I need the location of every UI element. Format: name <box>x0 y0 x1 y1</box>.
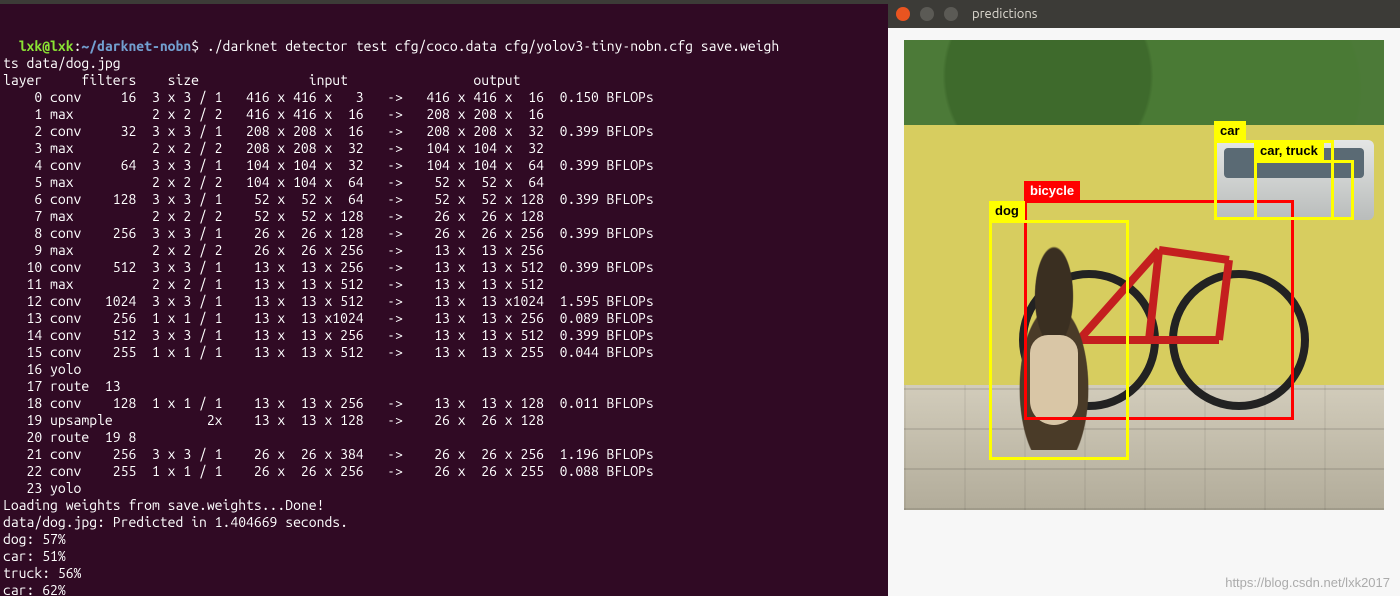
bbox-label-car-truck: car, truck <box>1254 141 1324 160</box>
watermark-text: https://blog.csdn.net/lxk2017 <box>1225 575 1390 590</box>
footer-line: car: 62% <box>3 582 66 596</box>
image-viewer-window: predictions <box>888 0 1400 596</box>
layer-row: 17 route 13 <box>3 378 121 394</box>
layer-table-header: layer filters size input output <box>3 72 520 88</box>
bbox-label-car: car <box>1214 121 1246 140</box>
layer-row: 6 conv 128 3 x 3 / 1 52 x 52 x 64 -> 52 … <box>3 191 654 207</box>
bbox-dog: dog <box>989 220 1129 460</box>
layer-row: 19 upsample 2x 13 x 13 x 128 -> 26 x 26 … <box>3 412 544 428</box>
layer-row: 22 conv 255 1 x 1 / 1 26 x 26 x 256 -> 2… <box>3 463 654 479</box>
layer-row: 7 max 2 x 2 / 2 52 x 52 x 128 -> 26 x 26… <box>3 208 544 224</box>
layer-row: 8 conv 256 3 x 3 / 1 26 x 26 x 128 -> 26… <box>3 225 654 241</box>
layer-row: 0 conv 16 3 x 3 / 1 416 x 416 x 3 -> 416… <box>3 89 654 105</box>
command-line-1: ./darknet detector test cfg/coco.data cf… <box>199 38 779 54</box>
terminal-window[interactable]: lxk@lxk:~/darknet-nobn$ ./darknet detect… <box>0 0 888 596</box>
layer-row: 16 yolo <box>3 361 81 377</box>
window-titlebar[interactable]: predictions <box>888 0 1400 28</box>
prompt-dollar: $ <box>191 38 199 54</box>
prompt-path: ~/darknet-nobn <box>81 38 191 54</box>
footer-line: Loading weights from save.weights...Done… <box>3 497 324 513</box>
footer-line: dog: 57% <box>3 531 66 547</box>
layer-row: 4 conv 64 3 x 3 / 1 104 x 104 x 32 -> 10… <box>3 157 654 173</box>
bbox-car-truck: car, truck <box>1254 160 1354 220</box>
terminal-titlebar <box>0 0 888 4</box>
layer-row: 3 max 2 x 2 / 2 208 x 208 x 32 -> 104 x … <box>3 140 544 156</box>
layer-row: 5 max 2 x 2 / 2 104 x 104 x 64 -> 52 x 5… <box>3 174 544 190</box>
bbox-label-bicycle: bicycle <box>1024 181 1080 200</box>
layer-row: 10 conv 512 3 x 3 / 1 13 x 13 x 256 -> 1… <box>3 259 654 275</box>
layer-row: 18 conv 128 1 x 1 / 1 13 x 13 x 256 -> 1… <box>3 395 654 411</box>
layer-row: 1 max 2 x 2 / 2 416 x 416 x 16 -> 208 x … <box>3 106 544 122</box>
footer-line: truck: 56% <box>3 565 81 581</box>
bbox-label-dog: dog <box>989 201 1025 220</box>
maximize-icon[interactable] <box>944 7 958 21</box>
layer-row: 12 conv 1024 3 x 3 / 1 13 x 13 x 512 -> … <box>3 293 654 309</box>
image-viewer-canvas: bicycle dog car car, truck https://blog.… <box>888 28 1400 596</box>
layer-row: 9 max 2 x 2 / 2 26 x 26 x 256 -> 13 x 13… <box>3 242 544 258</box>
scene-trees <box>904 40 1384 130</box>
command-line-2: ts data/dog.jpg <box>3 55 121 71</box>
window-title: predictions <box>972 7 1037 21</box>
layer-row: 14 conv 512 3 x 3 / 1 13 x 13 x 256 -> 1… <box>3 327 654 343</box>
layer-row: 2 conv 32 3 x 3 / 1 208 x 208 x 16 -> 20… <box>3 123 654 139</box>
layer-row: 11 max 2 x 2 / 1 13 x 13 x 512 -> 13 x 1… <box>3 276 544 292</box>
layer-row: 21 conv 256 3 x 3 / 1 26 x 26 x 384 -> 2… <box>3 446 654 462</box>
minimize-icon[interactable] <box>920 7 934 21</box>
layer-row: 23 yolo <box>3 480 81 496</box>
layer-row: 15 conv 255 1 x 1 / 1 13 x 13 x 512 -> 1… <box>3 344 654 360</box>
layer-row: 20 route 19 8 <box>3 429 136 445</box>
predictions-image: bicycle dog car car, truck <box>904 40 1384 510</box>
footer-line: car: 51% <box>3 548 66 564</box>
close-icon[interactable] <box>896 7 910 21</box>
prompt-user-host: lxk@lxk <box>19 38 74 54</box>
layer-row: 13 conv 256 1 x 1 / 1 13 x 13 x1024 -> 1… <box>3 310 654 326</box>
footer-line: data/dog.jpg: Predicted in 1.404669 seco… <box>3 514 348 530</box>
